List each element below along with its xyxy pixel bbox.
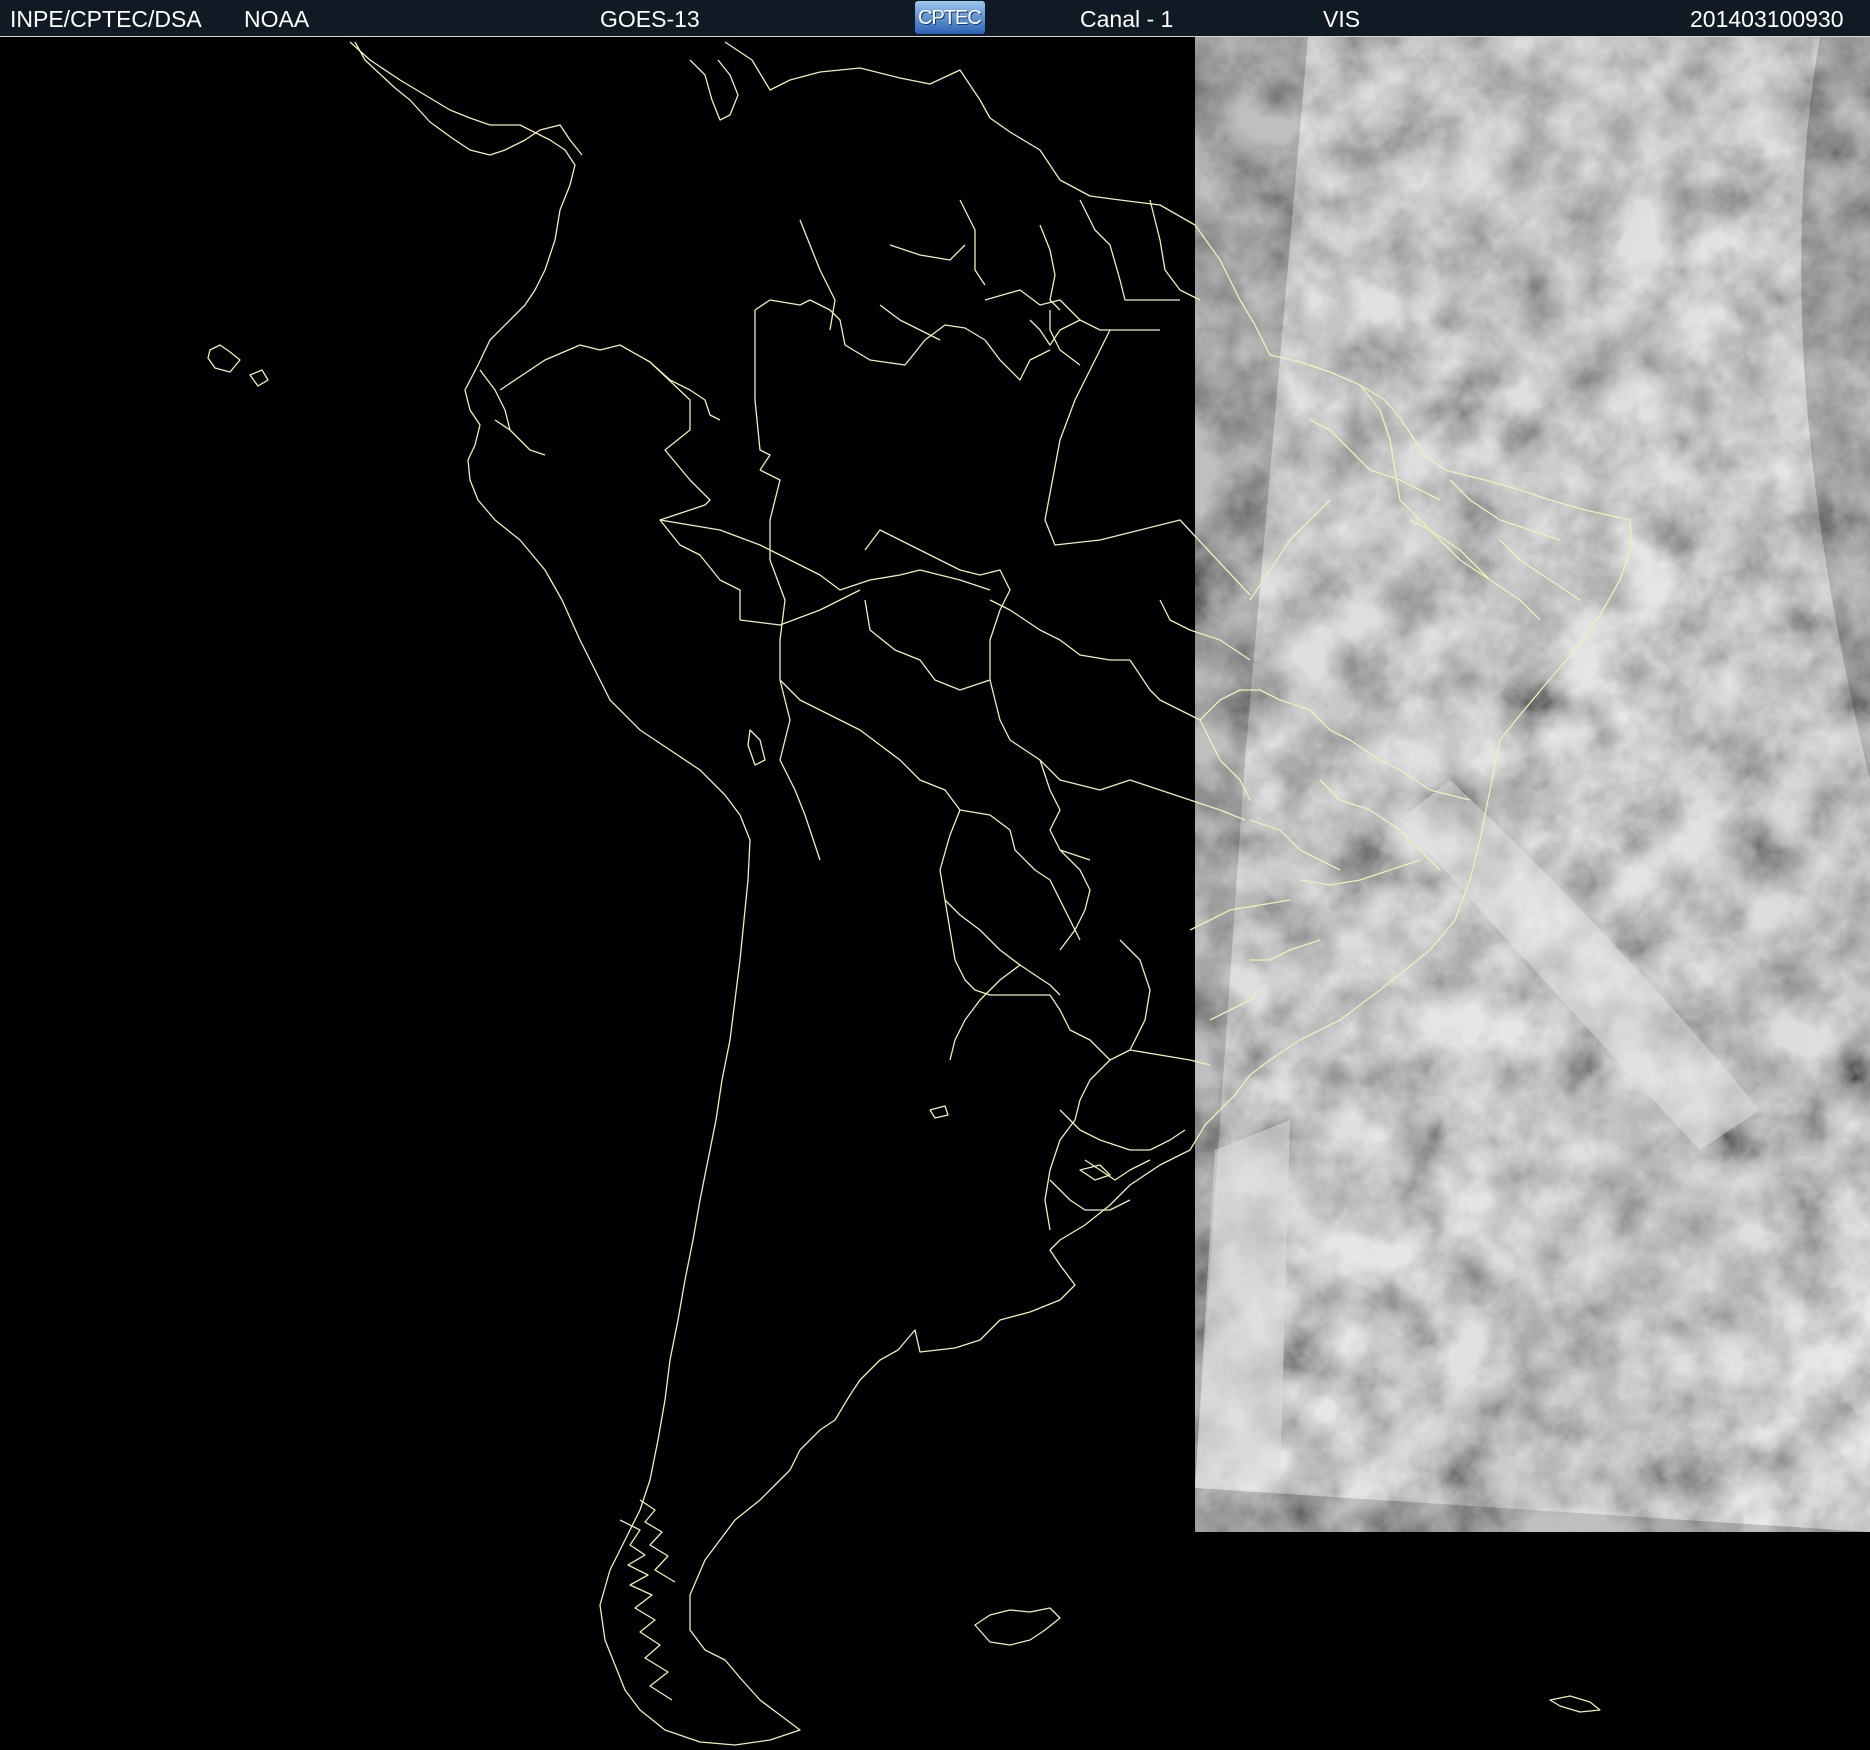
channel-label: Canal - 1 [1080, 6, 1174, 32]
source-label: NOAA [244, 6, 310, 32]
datetime-label: 201403100930 [1690, 6, 1844, 32]
logo-text: CPTEC [918, 7, 982, 29]
image-header: INPE/CPTEC/DSA NOAA GOES-13 CPTEC Canal … [0, 0, 1870, 37]
cptec-logo: CPTEC [915, 1, 985, 34]
band-label: VIS [1323, 6, 1361, 32]
satellite-map [207, 37, 1870, 1746]
agency-label: INPE/CPTEC/DSA [10, 6, 202, 32]
cloud-swath [1195, 37, 1870, 1532]
satellite-label: GOES-13 [600, 6, 700, 32]
